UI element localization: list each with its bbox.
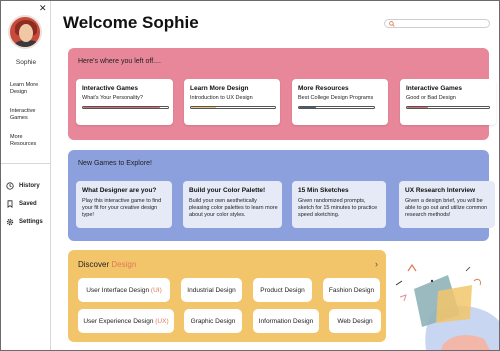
pill-label: Graphic Design bbox=[190, 317, 236, 325]
avatar-face-shape bbox=[19, 24, 33, 42]
category-pill[interactable]: Industrial Design bbox=[181, 278, 242, 302]
card-title: Interactive Games bbox=[406, 85, 463, 92]
card-description: Build your own aesthetically pleasing co… bbox=[189, 198, 278, 219]
card-title: What Designer are you? bbox=[82, 187, 157, 194]
left-off-card[interactable]: More Resources Best College Design Progr… bbox=[292, 79, 388, 125]
card-title: Learn More Design bbox=[190, 85, 249, 92]
avatar[interactable] bbox=[8, 15, 42, 49]
progress-bar bbox=[406, 106, 490, 109]
section-title: Here's where you left off.... bbox=[78, 58, 161, 65]
bookmark-icon bbox=[7, 200, 13, 208]
card-title: UX Research Interview bbox=[405, 187, 476, 194]
section-title: Discover Design bbox=[78, 260, 136, 269]
card-subtitle: Good or Bad Design bbox=[406, 95, 456, 101]
category-pill[interactable]: Graphic Design bbox=[184, 309, 242, 333]
pill-label: Information Design bbox=[258, 317, 314, 325]
decorative-illustration bbox=[395, 263, 499, 350]
pill-label: Fashion Design bbox=[328, 286, 375, 294]
card-title: Build your Color Palette! bbox=[189, 187, 266, 194]
game-card[interactable]: UX Research Interview Given a design bri… bbox=[399, 181, 495, 228]
section-title-text: Discover bbox=[78, 260, 110, 269]
left-off-card[interactable]: Interactive Games What's Your Personalit… bbox=[76, 79, 173, 125]
game-card[interactable]: Build your Color Palette! Build your own… bbox=[183, 181, 282, 228]
card-subtitle: Introduction to UX Design bbox=[190, 95, 253, 101]
left-off-card[interactable]: Learn More Design Introduction to UX Des… bbox=[184, 79, 280, 125]
category-pill[interactable]: Fashion Design bbox=[323, 278, 380, 302]
sidebar-item-settings[interactable]: Settings bbox=[6, 218, 43, 226]
search-input[interactable] bbox=[397, 20, 487, 27]
category-pill[interactable]: Product Design bbox=[253, 278, 312, 302]
progress-fill bbox=[407, 107, 428, 108]
sidebar-divider bbox=[1, 163, 51, 164]
card-description: Given a design brief, you will be able t… bbox=[405, 198, 488, 219]
card-subtitle: Best College Design Programs bbox=[298, 95, 374, 101]
games-section: New Games to Explore! What Designer are … bbox=[68, 150, 495, 241]
card-subtitle: What's Your Personality? bbox=[82, 95, 143, 101]
sidebar-item-interactive-games[interactable]: Interactive Games bbox=[10, 108, 42, 122]
clock-icon bbox=[6, 182, 14, 190]
game-card[interactable]: 15 Min Sketches Given randomized prompts… bbox=[292, 181, 386, 228]
section-title-accent: Design bbox=[111, 260, 137, 269]
sidebar-item-learn-more-design[interactable]: Learn More Design bbox=[10, 82, 46, 96]
left-off-card[interactable]: Interactive Games Good or Bad Design bbox=[400, 79, 496, 125]
left-off-section: Here's where you left off.... Interactiv… bbox=[68, 48, 496, 140]
progress-fill bbox=[299, 107, 316, 108]
card-title: Interactive Games bbox=[82, 85, 139, 92]
sidebar-item-label: History bbox=[19, 183, 40, 189]
pill-label: Industrial Design bbox=[187, 286, 236, 294]
card-description: Play this interactive game to find your … bbox=[82, 198, 162, 219]
user-name: Sophie bbox=[15, 59, 37, 66]
section-title: New Games to Explore! bbox=[78, 160, 152, 167]
category-pill[interactable]: Information Design bbox=[253, 309, 319, 333]
search-icon bbox=[389, 21, 395, 27]
progress-bar bbox=[298, 106, 375, 109]
pill-label: User Experience Design bbox=[83, 317, 154, 325]
pill-tag: (UI) bbox=[150, 286, 162, 294]
category-pill[interactable]: User Experience Design (UX) bbox=[78, 309, 174, 333]
pill-tag: (UX) bbox=[155, 317, 169, 325]
category-pill[interactable]: Web Design bbox=[329, 309, 381, 333]
app-window: ✕ Sophie Learn More Design Interactive G… bbox=[0, 0, 500, 351]
sidebar-item-history[interactable]: History bbox=[6, 182, 40, 190]
pill-label: Product Design bbox=[260, 286, 305, 294]
pill-label: Web Design bbox=[337, 317, 373, 325]
game-card[interactable]: What Designer are you? Play this interac… bbox=[76, 181, 172, 228]
sidebar-item-label: Settings bbox=[19, 219, 43, 225]
page-title: Welcome Sophie bbox=[63, 13, 199, 32]
progress-bar bbox=[190, 106, 276, 109]
progress-fill bbox=[191, 107, 217, 108]
discover-section: Discover Design › User Interface Design … bbox=[68, 250, 386, 342]
close-icon[interactable]: ✕ bbox=[39, 4, 47, 13]
pill-label: User Interface Design bbox=[86, 286, 150, 294]
sidebar-item-saved[interactable]: Saved bbox=[6, 200, 37, 208]
sidebar: ✕ Sophie Learn More Design Interactive G… bbox=[1, 1, 51, 350]
card-title: 15 Min Sketches bbox=[298, 187, 349, 194]
progress-bar bbox=[82, 106, 169, 109]
chevron-right-icon[interactable]: › bbox=[375, 259, 378, 269]
gear-icon bbox=[6, 218, 14, 226]
sidebar-item-label: Saved bbox=[19, 201, 37, 207]
progress-fill bbox=[83, 107, 160, 108]
card-description: Given randomized prompts, sketch for 15 … bbox=[298, 198, 378, 219]
sidebar-item-more-resources[interactable]: More Resources bbox=[10, 134, 44, 148]
card-title: More Resources bbox=[298, 85, 349, 92]
category-pill[interactable]: User Interface Design (UI) bbox=[78, 278, 170, 302]
search-bar[interactable] bbox=[384, 19, 490, 28]
